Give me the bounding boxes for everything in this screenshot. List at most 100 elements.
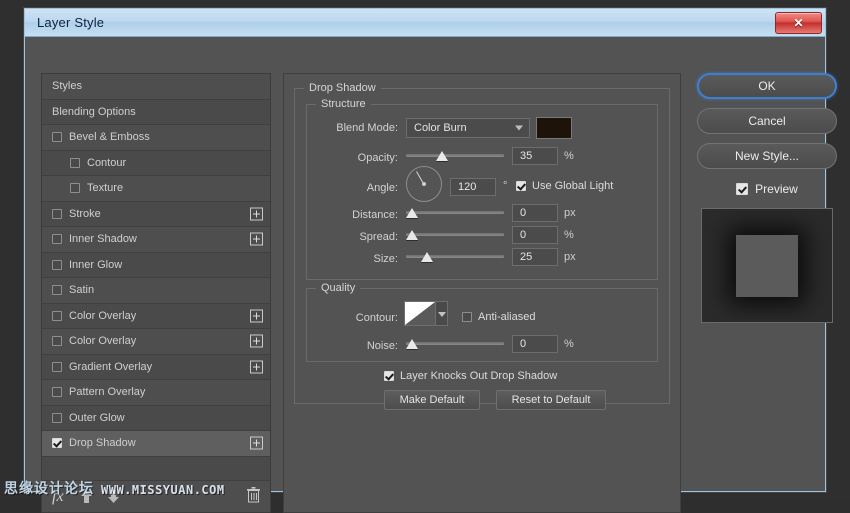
style-row[interactable]: Blending Options [42,100,270,126]
add-effect-icon[interactable] [250,335,263,348]
style-row-label: Outer Glow [69,412,125,424]
style-row[interactable]: Bevel & Emboss [42,125,270,151]
style-row-checkbox[interactable] [52,438,62,448]
style-row[interactable]: Drop Shadow [42,431,270,457]
style-row-label: Stroke [69,208,101,220]
styles-list-panel: Styles Blending Options Bevel & Emboss Cont… [41,73,271,513]
dialog-actions: OK Cancel New Style... Preview [697,73,837,323]
spread-input[interactable]: 0 [512,226,558,244]
distance-input[interactable]: 0 [512,204,558,222]
style-row[interactable]: Outer Glow [42,406,270,432]
contour-select[interactable] [404,301,448,326]
style-row[interactable]: Contour [42,151,270,177]
shadow-color-swatch[interactable] [536,117,572,139]
layer-knocks-out-label: Layer Knocks Out Drop Shadow [400,370,557,382]
style-row-label: Styles [52,80,82,92]
angle-label: Angle: [314,182,398,194]
style-row-checkbox[interactable] [52,285,62,295]
style-row-checkbox[interactable] [70,158,80,168]
anti-aliased-checkbox[interactable]: Anti-aliased [462,311,535,323]
spread-slider-thumb[interactable] [406,230,418,240]
trash-icon[interactable] [247,487,260,506]
style-row-checkbox[interactable] [52,413,62,423]
style-row-label: Color Overlay [69,335,136,347]
size-unit: px [564,251,576,263]
add-effect-icon[interactable] [250,360,263,373]
style-row-checkbox[interactable] [52,387,62,397]
title-bar: Layer Style ✕ [25,9,825,37]
opacity-slider[interactable] [406,149,504,163]
style-row[interactable]: Inner Glow [42,253,270,279]
noise-slider-thumb[interactable] [406,339,418,349]
size-label: Size: [314,253,398,265]
down-arrow-icon[interactable] [107,489,120,504]
noise-input[interactable]: 0 [512,335,558,353]
style-row-label: Pattern Overlay [69,386,145,398]
angle-dial[interactable] [406,166,442,202]
noise-unit: % [564,338,574,350]
style-row[interactable]: Stroke [42,202,270,228]
angle-input[interactable]: 120 [450,178,496,196]
reset-to-default-button[interactable]: Reset to Default [496,390,606,410]
layer-knocks-out-checkbox[interactable]: Layer Knocks Out Drop Shadow [384,370,557,382]
close-button[interactable]: ✕ [775,12,822,34]
opacity-slider-thumb[interactable] [436,151,448,161]
style-row[interactable]: Color Overlay [42,304,270,330]
drop-shadow-options-pane: Drop Shadow Structure Blend Mode: Color … [283,73,681,513]
use-global-light-checkbox[interactable]: Use Global Light [516,180,613,192]
add-effect-icon[interactable] [250,309,263,322]
style-row-label: Color Overlay [69,310,136,322]
style-row[interactable]: Inner Shadow [42,227,270,253]
cancel-button[interactable]: Cancel [697,108,837,134]
chevron-down-icon [515,126,523,131]
size-input[interactable]: 25 [512,248,558,266]
style-row-checkbox[interactable] [70,183,80,193]
up-arrow-icon[interactable] [80,489,93,504]
style-row-label: Inner Shadow [69,233,137,245]
noise-label: Noise: [314,340,398,352]
style-row-checkbox[interactable] [52,132,62,142]
distance-slider-thumb[interactable] [406,208,418,218]
style-row-checkbox[interactable] [52,336,62,346]
style-row-checkbox[interactable] [52,234,62,244]
spread-label: Spread: [314,231,398,243]
quality-group-title: Quality [316,282,360,294]
opacity-input[interactable]: 35 [512,147,558,165]
drop-shadow-group-title: Drop Shadow [304,82,381,94]
style-row[interactable]: Satin [42,278,270,304]
blend-mode-select[interactable]: Color Burn [406,118,530,138]
spread-slider-track [406,233,504,236]
style-row-checkbox[interactable] [52,260,62,270]
make-default-button[interactable]: Make Default [384,390,480,410]
spread-slider[interactable] [406,228,504,242]
style-row[interactable]: Color Overlay [42,329,270,355]
style-row-label: Blending Options [52,106,136,118]
angle-unit: ° [503,180,507,192]
spread-unit: % [564,229,574,241]
style-row[interactable]: Gradient Overlay [42,355,270,381]
preview-checkbox[interactable]: Preview [697,178,837,200]
style-row-label: Contour [87,157,126,169]
style-row-checkbox[interactable] [52,311,62,321]
style-row[interactable]: Texture [42,176,270,202]
distance-slider[interactable] [406,206,504,220]
use-global-light-label: Use Global Light [532,180,613,192]
noise-slider[interactable] [406,337,504,351]
ok-button[interactable]: OK [697,73,837,99]
use-global-light-check-icon [516,181,526,191]
style-row[interactable]: Pattern Overlay [42,380,270,406]
style-row-checkbox[interactable] [52,362,62,372]
add-effect-icon[interactable] [250,207,263,220]
add-effect-icon[interactable] [250,233,263,246]
blend-mode-value: Color Burn [414,122,467,134]
add-effect-icon[interactable] [250,437,263,450]
size-slider[interactable] [406,250,504,264]
opacity-unit: % [564,150,574,162]
close-icon: ✕ [776,13,821,33]
style-row-checkbox[interactable] [52,209,62,219]
style-row[interactable]: Styles [42,74,270,100]
style-row-label: Satin [69,284,94,296]
size-slider-thumb[interactable] [421,252,433,262]
new-style-button[interactable]: New Style... [697,143,837,169]
fx-icon[interactable]: fx [52,488,64,506]
